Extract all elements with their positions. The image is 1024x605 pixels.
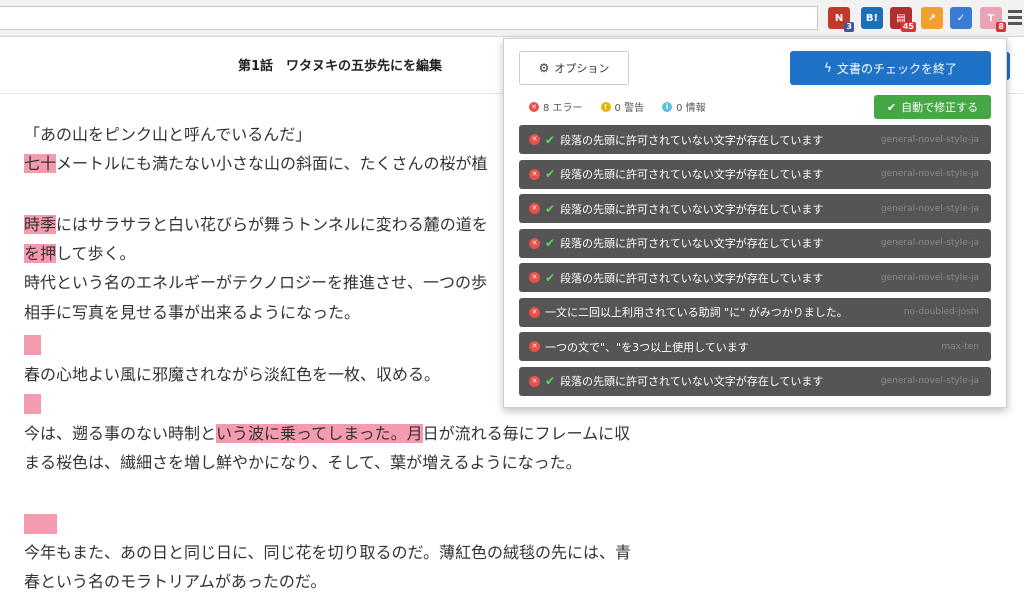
extension-badge: 45 <box>900 22 916 32</box>
error-highlight[interactable]: いう波に乗ってしまった。月 <box>216 424 423 443</box>
error-message: 一つの文で"、"を3つ以上使用しています <box>545 340 749 354</box>
check-extension-icon[interactable]: ✓ <box>950 7 972 29</box>
error-item[interactable]: ✕ 一文に二回以上利用されている助詞 "に" がみつかりました。 no-double… <box>519 297 991 327</box>
editor-line: 時季にはサラサラと白い花びらが舞うトンネルに変わる麓の道を <box>24 215 488 234</box>
error-item[interactable]: ✕ ✔ 段落の先頭に許可されていない文字が存在しています general-novel-… <box>519 263 991 292</box>
error-item[interactable]: ✕ ✔ 段落の先頭に許可されていない文字が存在しています general-novel-… <box>519 125 991 154</box>
warning-count: ! 0 警告 <box>600 99 644 114</box>
error-message: 一文に二回以上利用されている助詞 "に" がみつかりました。 <box>545 306 848 319</box>
error-count: ✕ 8 エラー <box>529 99 583 114</box>
editor-line: 今年もまた、あの日と同じ日に、同じ花を切り取るのだ。薄紅色の絨毯の先には、青 <box>24 543 632 562</box>
error-item[interactable]: ✕ ✔ 段落の先頭に許可されていない文字が存在しています general-novel-… <box>519 366 991 396</box>
rule-name: general-novel-style-ja <box>880 376 979 386</box>
error-message: 段落の先頭に許可されていない文字が存在しています <box>560 375 824 388</box>
error-highlight[interactable] <box>24 514 57 534</box>
editor-line: 時代という名のエネルギーがテクノロジーを推進させ、一つの歩 <box>24 273 488 292</box>
editor-line: 今は、遡る事のない時制という波に乗ってしまった。月日が流れる毎にフレームに収 <box>24 424 631 443</box>
error-icon: ✕ <box>529 341 540 352</box>
hatebu-extension-icon[interactable]: B! <box>861 7 883 29</box>
fixable-check-icon[interactable]: ✔ <box>545 202 555 216</box>
options-button[interactable]: ⚙ オプション <box>519 51 629 85</box>
editor-line: 春の心地よい風に邪魔されながら淡紅色を一枚、収める。 <box>24 365 441 384</box>
auto-fix-button[interactable]: ✔ 自動で修正する <box>874 95 991 119</box>
error-icon: ✕ <box>529 272 540 283</box>
fixable-check-icon[interactable]: ✔ <box>545 167 555 181</box>
error-message: 段落の先頭に許可されていない文字が存在しています <box>560 271 824 285</box>
info-count: i0 情報 <box>662 99 706 114</box>
error-message: 段落の先頭に許可されていない文字が存在しています <box>560 133 824 147</box>
error-highlight[interactable]: 時季 <box>24 215 57 234</box>
error-message: 段落の先頭に許可されていない文字が存在しています <box>560 202 824 216</box>
info-icon: i <box>662 101 673 112</box>
n-extension-icon[interactable]: N3 <box>828 7 854 32</box>
error-icon: ✕ <box>529 237 540 249</box>
editor-line: 七十メートルにも満たない小さな山の斜面に、たくさんの桜が植 <box>24 154 488 173</box>
lint-summary: ✕ 8 エラー ! 0 警告 i0 情報 <box>529 99 706 114</box>
page-title: 第1話 ワタヌキの五歩先にを編集 <box>238 59 443 74</box>
error-list: ✕ ✔ 段落の先頭に許可されていない文字が存在しています general-novel-… <box>519 125 991 401</box>
rule-name: general-novel-style-ja <box>880 238 979 248</box>
error-message: 段落の先頭に許可されていない文字が存在しています <box>560 168 824 181</box>
extension-badge: 3 <box>844 22 854 32</box>
extension-badge: 8 <box>996 22 1006 32</box>
menu-icon[interactable] <box>1008 10 1022 26</box>
rule-name: general-novel-style-ja <box>880 203 979 214</box>
error-item[interactable]: ✕ 一つの文で"、"を3つ以上使用しています max-ten <box>519 332 991 361</box>
rule-name: no-doubled-joshi <box>903 307 979 317</box>
editor-line: を押して歩く。 <box>24 244 136 263</box>
error-icon: ✕ <box>529 168 540 180</box>
textlint-extension-icon[interactable]: T8 <box>980 7 1006 32</box>
error-highlight[interactable] <box>24 394 41 414</box>
textlint-popup: ⚙ オプション ϟ 文書のチェックを終了 ✕ 8 エラー ! 0 警告 i0 情報 … <box>503 38 1007 408</box>
finish-check-button[interactable]: ϟ 文書のチェックを終了 <box>790 51 991 85</box>
error-highlight[interactable] <box>24 335 41 355</box>
calendar-extension-icon[interactable]: ▤ 45 <box>890 7 916 32</box>
browser-toolbar: N 3 B! ▤ 45 ↗ ✓ T 8 <box>0 0 1024 37</box>
editor-line: まる桜色は、繊細さを増し鮮やかになり、そして、葉が増えるようになった。 <box>24 453 582 472</box>
rule-name: general-novel-style-ja <box>880 272 979 283</box>
analytics-extension-icon[interactable]: ↗ <box>921 7 943 29</box>
error-icon: ✕ <box>529 101 539 112</box>
rule-name: max-ten <box>941 341 979 352</box>
warning-icon: ! <box>600 101 611 112</box>
bolt-icon: ϟ <box>824 61 832 75</box>
error-icon: ✕ <box>529 375 540 387</box>
editor-line: 相手に写真を見せる事が出来るようになった。 <box>24 303 361 322</box>
fixable-check-icon[interactable]: ✔ <box>545 271 555 285</box>
fixable-check-icon[interactable]: ✔ <box>545 236 555 250</box>
error-item[interactable]: ✕ ✔ 段落の先頭に許可されていない文字が存在しています general-novel-… <box>519 159 991 189</box>
rule-name: general-novel-style-ja <box>880 169 979 179</box>
error-message: 段落の先頭に許可されていない文字が存在しています <box>560 237 824 250</box>
gear-icon: ⚙ <box>538 61 550 75</box>
error-icon: ✕ <box>529 203 540 214</box>
fixable-check-icon[interactable]: ✔ <box>545 133 555 147</box>
editor-line: 「あの山をピンク山と呼んでいるんだ」 <box>24 125 312 144</box>
rule-name: general-novel-style-ja <box>880 134 979 145</box>
error-highlight[interactable]: を押 <box>24 244 57 263</box>
error-icon: ✕ <box>529 306 540 318</box>
error-icon: ✕ <box>529 134 540 145</box>
fixable-check-icon[interactable]: ✔ <box>545 374 555 388</box>
address-bar[interactable] <box>0 6 818 30</box>
error-item[interactable]: ✕ ✔ 段落の先頭に許可されていない文字が存在しています general-novel-… <box>519 194 991 223</box>
error-highlight[interactable]: 七十 <box>24 154 57 173</box>
error-item[interactable]: ✕ ✔ 段落の先頭に許可されていない文字が存在しています general-novel-… <box>519 228 991 258</box>
editor-line: 春という名のモラトリアムがあったのだ。 <box>24 572 327 591</box>
check-circle-icon: ✔ <box>886 100 897 114</box>
